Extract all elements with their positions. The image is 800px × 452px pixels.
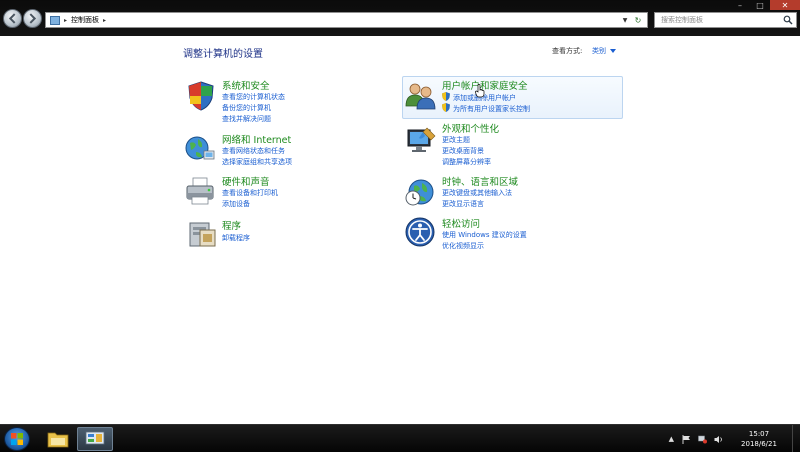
breadcrumb-control-panel[interactable]: 控制面板 [71,15,99,25]
globe-network-icon[interactable] [184,133,216,165]
search-icon[interactable] [783,15,793,25]
search-input[interactable]: 搜索控制面板 [654,12,797,28]
search-placeholder: 搜索控制面板 [661,16,703,24]
forward-button[interactable] [23,9,42,28]
start-button[interactable] [4,427,30,451]
window-titlebar: – □ ✕ ▸ 控制面板 ▸ ▼ ↻ 搜索控制面板 [0,0,800,36]
taskbar-clock[interactable]: 15:07 2018/6/21 [730,429,788,449]
control-panel-icon [85,431,105,445]
action-center-flag-icon[interactable] [682,434,691,444]
show-desktop-button[interactable] [792,425,800,452]
address-bar[interactable]: ▸ 控制面板 ▸ ▼ ↻ [45,12,648,28]
shield-flag-icon[interactable] [185,80,217,112]
category-link[interactable]: 查找并解决问题 [222,114,271,124]
arrow-right-icon [29,13,37,24]
category-link[interactable]: 优化视频显示 [442,241,484,251]
category-link-text[interactable]: 为所有用户设置家长控制 [453,105,530,113]
uac-shield-icon [442,92,450,101]
hand-cursor-icon [475,84,485,98]
volume-icon[interactable] [714,435,723,444]
page-title: 调整计算机的设置 [183,49,263,60]
control-panel-icon [50,15,60,25]
category-title[interactable]: 外观和个性化 [442,121,499,135]
chevron-down-icon[interactable] [610,49,616,53]
category-link[interactable]: 更改显示语言 [442,199,484,209]
category-title[interactable]: 网络和 Internet [222,132,291,146]
category-link[interactable]: 调整屏幕分辨率 [442,157,491,167]
category-link[interactable]: 查看您的计算机状态 [222,92,285,102]
show-hidden-icons-button[interactable]: ▲ [669,435,674,443]
programs-icon[interactable] [186,218,218,250]
category-link[interactable]: 查看网络状态和任务 [222,146,285,156]
ease-of-access-icon[interactable] [404,216,436,248]
back-button[interactable] [3,9,22,28]
maximize-button[interactable]: □ [750,0,770,10]
view-by-label: 查看方式: [552,47,583,55]
category-title[interactable]: 系统和安全 [222,78,270,92]
minimize-button[interactable]: – [730,0,750,10]
printer-icon[interactable] [184,175,216,207]
category-link[interactable]: 添加设备 [222,199,250,209]
refresh-icon[interactable]: ↻ [632,13,644,27]
view-by-dropdown[interactable]: 类别 [592,46,606,56]
breadcrumb-chevron-icon[interactable]: ▸ [103,17,106,24]
arrow-left-icon [8,13,16,24]
taskbar: ▲ 15:07 2018/6/21 [0,424,800,452]
category-link[interactable]: 备份您的计算机 [222,103,271,113]
users-icon[interactable] [404,80,436,112]
category-link[interactable]: 选择家庭组和共享选项 [222,157,292,167]
monitor-paint-icon[interactable] [405,124,437,156]
category-link[interactable]: 卸载程序 [222,233,250,243]
taskbar-explorer-button[interactable] [40,427,76,451]
category-title[interactable]: 程序 [222,218,241,232]
category-link[interactable]: 查看设备和打印机 [222,188,278,198]
breadcrumb-chevron-icon[interactable]: ▸ [64,17,67,24]
uac-shield-icon [442,103,450,112]
category-title[interactable]: 轻松访问 [442,216,480,230]
window-controls: – □ ✕ [730,0,800,10]
address-history-dropdown-icon[interactable]: ▼ [620,13,630,27]
category-link[interactable]: 更改键盘或其他输入法 [442,188,512,198]
category-link[interactable]: 为所有用户设置家长控制 [442,103,530,114]
close-button[interactable]: ✕ [770,0,800,10]
clock-time: 15:07 [748,430,770,438]
category-link[interactable]: 更改桌面背景 [442,146,484,156]
taskbar-control-panel-button[interactable] [77,427,113,451]
windows-logo-icon [11,433,23,445]
clock-globe-icon[interactable] [404,176,436,208]
category-link[interactable]: 更改主题 [442,135,470,145]
category-link[interactable]: 使用 Windows 建议的设置 [442,230,527,240]
system-tray: ▲ 15:07 2018/6/21 [669,425,800,452]
category-title[interactable]: 硬件和声音 [222,174,270,188]
clock-date: 2018/6/21 [741,440,777,448]
category-title[interactable]: 时钟、语言和区域 [442,174,518,188]
folder-icon [47,432,69,448]
network-icon[interactable] [698,435,707,444]
